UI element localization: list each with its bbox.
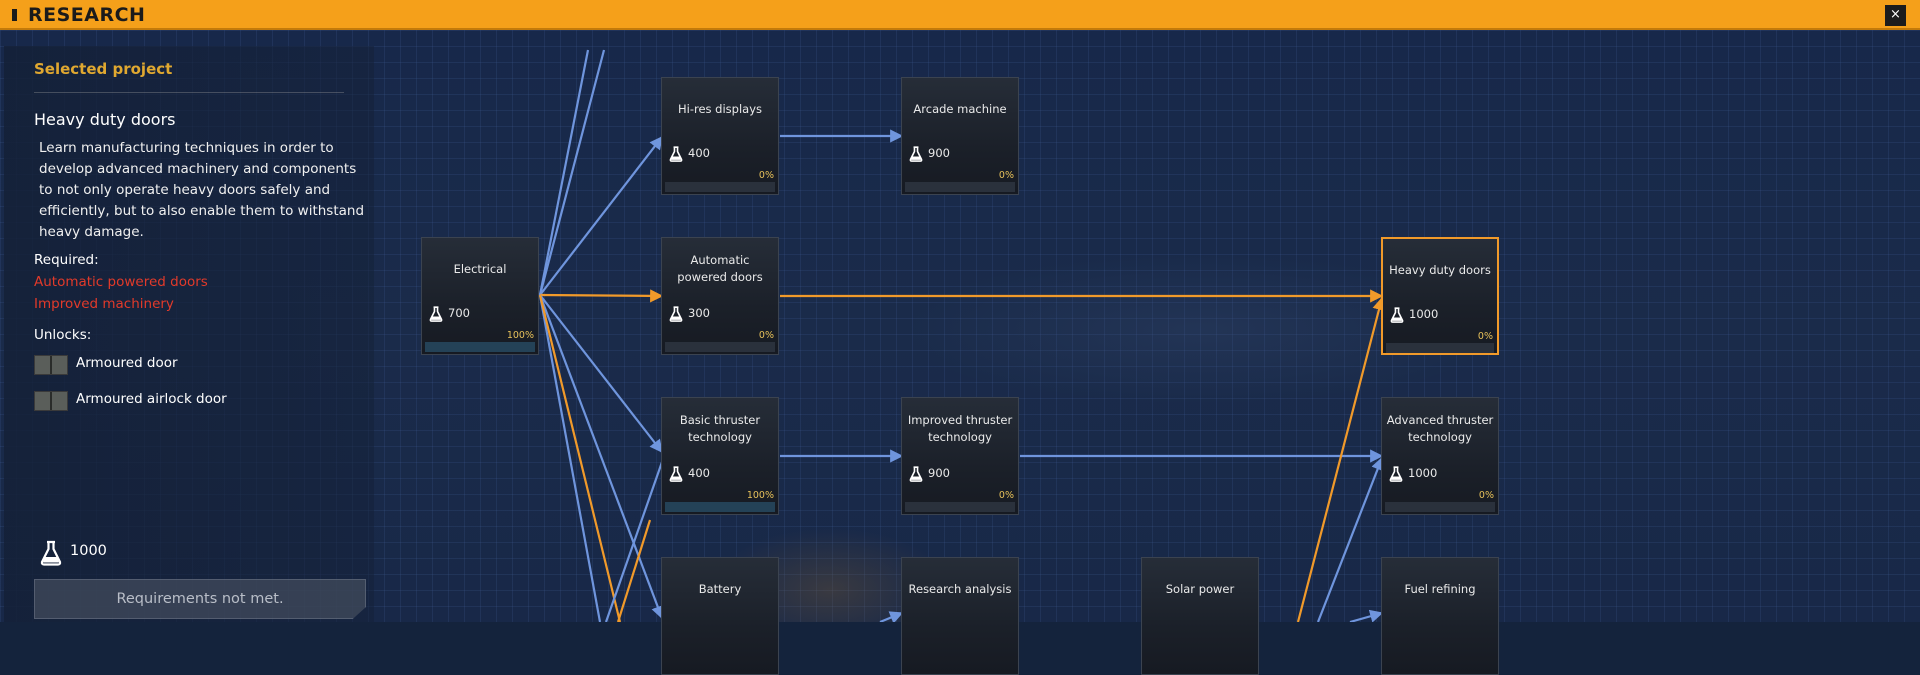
node-progress-fill xyxy=(665,502,775,512)
node-cost: 300 xyxy=(688,306,710,320)
flask-icon xyxy=(1389,466,1403,486)
node-cost: 1000 xyxy=(1409,307,1439,321)
node-title: Heavy duty doors xyxy=(1389,262,1491,277)
node-title: Hi-res displays xyxy=(677,101,762,116)
node-title: Solar power xyxy=(1165,581,1235,596)
node-progress-percent: 0% xyxy=(998,170,1014,181)
link-up-heavydoors xyxy=(1296,296,1386,622)
project-description: Learn manufacturing techniques in order … xyxy=(39,140,365,240)
research-node-fuel[interactable]: Fuel refining xyxy=(1381,557,1499,675)
unlocks-label: Unlocks: xyxy=(34,327,92,343)
node-title: Research analysis xyxy=(908,581,1012,596)
research-node-solar[interactable]: Solar power xyxy=(1141,557,1259,675)
node-progress-percent: 0% xyxy=(758,170,774,181)
node-progress-bar xyxy=(665,342,775,352)
unlock-item-label: Armoured airlock door xyxy=(76,391,227,407)
flask-icon xyxy=(1390,307,1404,327)
research-node-advthruster[interactable]: Advanced thruster technology 1000 0% xyxy=(1381,397,1499,515)
node-progress-percent: 100% xyxy=(746,490,774,501)
project-name: Heavy duty doors xyxy=(34,110,176,129)
node-title: Electrical xyxy=(453,261,507,276)
node-progress-percent: 0% xyxy=(758,330,774,341)
link-up-fuel xyxy=(1349,609,1384,622)
node-cost: 400 xyxy=(688,466,710,480)
research-node-basicthruster[interactable]: Basic thruster technology 400 100% xyxy=(661,397,779,515)
start-research-button[interactable]: Requirements not met. xyxy=(34,579,366,619)
node-progress-percent: 0% xyxy=(998,490,1014,501)
flask-icon xyxy=(40,540,62,566)
flask-icon xyxy=(429,306,443,326)
flask-icon xyxy=(669,306,683,326)
node-cost: 900 xyxy=(928,146,950,160)
node-progress-bar xyxy=(425,342,535,352)
airlock-door-icon xyxy=(34,391,68,411)
node-progress-bar xyxy=(665,182,775,192)
node-progress-bar xyxy=(905,182,1015,192)
research-node-hires[interactable]: Hi-res displays 400 0% xyxy=(661,77,779,195)
flask-icon xyxy=(909,466,923,486)
node-progress-percent: 0% xyxy=(1478,490,1494,501)
link-up-advanced xyxy=(1316,456,1384,622)
door-icon xyxy=(34,355,68,375)
unlock-item-label: Armoured door xyxy=(76,355,178,371)
node-cost: 700 xyxy=(448,306,470,320)
research-node-improvedthruster[interactable]: Improved thruster technology 900 0% xyxy=(901,397,1019,515)
research-node-battery[interactable]: Battery xyxy=(661,557,779,675)
node-progress-bar xyxy=(1385,502,1495,512)
research-node-heavydoors[interactable]: Heavy duty doors 1000 0% xyxy=(1381,237,1499,355)
required-item: Improved machinery xyxy=(34,296,174,312)
node-title: Arcade machine xyxy=(913,101,1007,116)
selected-project-label: Selected project xyxy=(34,60,173,78)
link-electrical-down-2 xyxy=(538,294,622,622)
link-electrical-autodoors xyxy=(539,289,664,303)
node-title: Fuel refining xyxy=(1404,581,1476,596)
node-progress-fill xyxy=(425,342,535,352)
link-electrical-down-1 xyxy=(538,294,602,622)
link-offscreen-2 xyxy=(538,49,606,296)
research-node-research[interactable]: Research analysis xyxy=(901,557,1019,675)
node-title: Improved thruster technology xyxy=(907,413,1013,444)
link-electrical-battery xyxy=(538,294,664,620)
node-progress-bar xyxy=(665,502,775,512)
research-node-arcade[interactable]: Arcade machine 900 0% xyxy=(901,77,1019,195)
link-electrical-hires xyxy=(539,135,663,296)
flask-icon xyxy=(669,146,683,166)
link-offscreen-1 xyxy=(538,49,590,296)
node-progress-percent: 100% xyxy=(506,330,534,341)
node-title: Basic thruster technology xyxy=(679,413,761,444)
required-item: Automatic powered doors xyxy=(34,274,208,290)
node-cost: 1000 xyxy=(1408,466,1438,480)
required-label: Required: xyxy=(34,252,99,268)
node-title: Battery xyxy=(698,581,742,596)
node-cost: 900 xyxy=(928,466,950,480)
node-progress-bar xyxy=(1386,343,1494,353)
flask-icon xyxy=(669,466,683,486)
node-title: Automatic powered doors xyxy=(677,253,763,284)
research-node-electrical[interactable]: Electrical 700 100% xyxy=(421,237,539,355)
node-title: Advanced thruster technology xyxy=(1386,413,1494,444)
link-up-research xyxy=(879,611,904,622)
node-progress-bar xyxy=(905,502,1015,512)
section-divider xyxy=(34,92,344,93)
node-cost: 400 xyxy=(688,146,710,160)
node-progress-percent: 0% xyxy=(1477,331,1493,342)
research-node-autodoors[interactable]: Automatic powered doors 300 0% xyxy=(661,237,779,355)
project-cost: 1000 xyxy=(70,543,107,559)
flask-icon xyxy=(909,146,923,166)
